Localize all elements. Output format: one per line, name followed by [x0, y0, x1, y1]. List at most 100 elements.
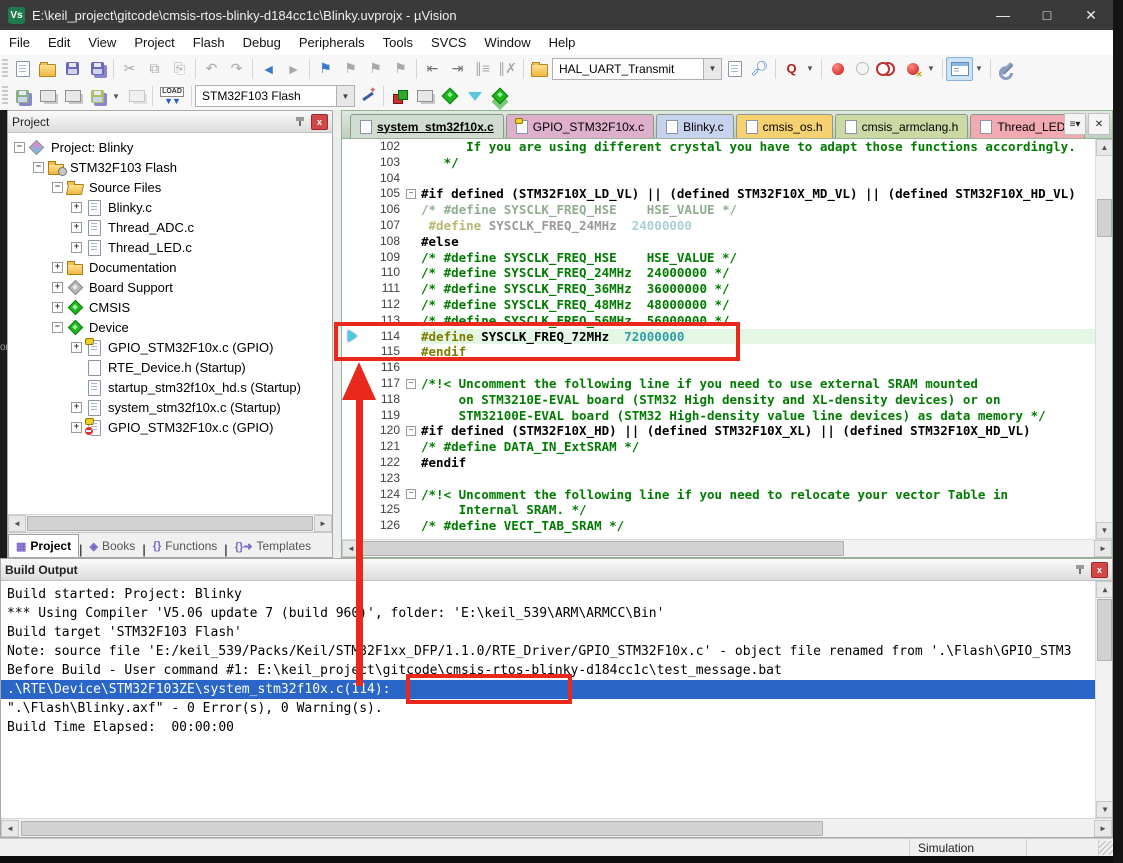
- breakpoint-dropdown[interactable]: ▼: [923, 58, 939, 80]
- project-hscrollbar[interactable]: ◄ ►: [8, 514, 332, 532]
- target-combo[interactable]: STM32F103 Flash: [195, 85, 337, 107]
- function-combo-dropdown[interactable]: ▼: [704, 58, 722, 80]
- rte-manage-button[interactable]: [437, 85, 462, 107]
- bookmark-next-button[interactable]: ⚑: [363, 58, 388, 80]
- batch-build-button[interactable]: [85, 85, 110, 107]
- indent-less-button[interactable]: ⇤: [420, 58, 445, 80]
- tree-item-thread-adc-c[interactable]: +Thread_ADC.c: [8, 217, 332, 237]
- manage-items-button[interactable]: [412, 85, 437, 107]
- build-vscroll-thumb[interactable]: [1097, 599, 1112, 661]
- menu-file[interactable]: File: [0, 30, 39, 55]
- pack-installer-button[interactable]: [487, 85, 512, 107]
- scroll-up-arrow[interactable]: ▲: [1096, 581, 1112, 598]
- tree-item-project-blinky[interactable]: −Project: Blinky: [8, 137, 332, 157]
- tab-list-button[interactable]: ≡▾: [1064, 113, 1086, 135]
- comment-selection-button[interactable]: ∥≡: [470, 58, 495, 80]
- stop-build-button[interactable]: [124, 85, 149, 107]
- editor-hscroll-thumb[interactable]: [362, 541, 844, 556]
- build-message-selected[interactable]: .\RTE\Device\STM32F103ZE\system_stm32f10…: [1, 680, 1112, 699]
- find-all-dropdown[interactable]: ▼: [802, 58, 818, 80]
- download-button[interactable]: LOAD ▼▼: [156, 85, 188, 107]
- build-message[interactable]: Note: source file 'E:/keil_539/Packs/Kei…: [1, 642, 1112, 661]
- tree-item-blinky-c[interactable]: +Blinky.c: [8, 197, 332, 217]
- select-packs-button[interactable]: [462, 85, 487, 107]
- paste-button[interactable]: ⎘: [167, 58, 192, 80]
- uncomment-selection-button[interactable]: ∥✗: [495, 58, 520, 80]
- navigate-back-button[interactable]: ◄: [256, 58, 281, 80]
- scroll-left-arrow[interactable]: ◄: [1, 820, 19, 837]
- menu-svcs[interactable]: SVCS: [422, 30, 475, 55]
- maximize-button[interactable]: □: [1025, 0, 1069, 30]
- target-combo-dropdown[interactable]: ▼: [337, 85, 355, 107]
- save-button[interactable]: [60, 58, 85, 80]
- scroll-right-arrow[interactable]: ►: [1094, 820, 1112, 837]
- resize-grip[interactable]: [1099, 841, 1113, 855]
- translate-button[interactable]: [10, 85, 35, 107]
- options-for-target-button[interactable]: [355, 85, 380, 107]
- scroll-left-arrow[interactable]: ◄: [342, 540, 360, 557]
- code-editor[interactable]: 102 If you are using different crystal y…: [342, 139, 1095, 539]
- file-extensions-button[interactable]: [387, 85, 412, 107]
- project-panel-close-icon[interactable]: x: [311, 114, 328, 130]
- build-message[interactable]: Build Time Elapsed: 00:00:00: [1, 718, 1112, 737]
- find-next-button[interactable]: [722, 58, 747, 80]
- menu-peripherals[interactable]: Peripherals: [290, 30, 374, 55]
- bookmark-clear-button[interactable]: ⚑: [388, 58, 413, 80]
- tree-expander[interactable]: +: [52, 282, 63, 293]
- find-in-files-button[interactable]: [527, 58, 552, 80]
- bookmark-prev-button[interactable]: ⚑: [338, 58, 363, 80]
- incremental-find-button[interactable]: 🔎︎: [747, 58, 772, 80]
- tree-expander[interactable]: +: [71, 402, 82, 413]
- tree-expander[interactable]: −: [52, 322, 63, 333]
- editor-hscrollbar[interactable]: ◄ ►: [342, 539, 1112, 557]
- panel-tab-project[interactable]: ▦Project: [8, 534, 79, 557]
- fold-marker-icon[interactable]: −: [406, 379, 416, 389]
- fold-marker-icon[interactable]: −: [406, 189, 416, 199]
- editor-vscrollbar[interactable]: ▲ ▼: [1095, 139, 1112, 539]
- build-hscrollbar[interactable]: ◄ ►: [1, 818, 1112, 837]
- scroll-down-arrow[interactable]: ▼: [1096, 522, 1112, 539]
- tree-expander[interactable]: −: [33, 162, 44, 173]
- pin-icon[interactable]: [293, 115, 307, 129]
- navigate-forward-button[interactable]: ►: [281, 58, 306, 80]
- tree-item-gpio-stm32f10x-c-gpio[interactable]: +GPIO_STM32F10x.c (GPIO): [8, 337, 332, 357]
- find-all-button[interactable]: Q: [779, 58, 804, 80]
- panel-tab-functions[interactable]: {}Functions: [146, 535, 225, 557]
- fold-marker-icon[interactable]: −: [406, 489, 416, 499]
- fold-marker-icon[interactable]: −: [406, 426, 416, 436]
- menu-edit[interactable]: Edit: [39, 30, 79, 55]
- indent-more-button[interactable]: ⇥: [445, 58, 470, 80]
- redo-button[interactable]: ↷: [224, 58, 249, 80]
- scroll-right-arrow[interactable]: ►: [314, 515, 332, 532]
- menu-window[interactable]: Window: [475, 30, 539, 55]
- tree-item-board-support[interactable]: +Board Support: [8, 277, 332, 297]
- panel-splitter[interactable]: [333, 110, 341, 558]
- tree-expander[interactable]: +: [52, 302, 63, 313]
- breakpoint-kill-all-button[interactable]: [900, 58, 925, 80]
- editor-tab-cmsis-armclang-h[interactable]: cmsis_armclang.h: [835, 114, 969, 138]
- editor-vscroll-thumb[interactable]: [1097, 199, 1112, 237]
- configure-button[interactable]: [994, 58, 1019, 80]
- save-all-button[interactable]: [85, 58, 110, 80]
- tree-item-system-stm32f10x-c-startup[interactable]: +system_stm32f10x.c (Startup): [8, 397, 332, 417]
- menu-flash[interactable]: Flash: [184, 30, 234, 55]
- build-button[interactable]: [35, 85, 60, 107]
- scroll-left-arrow[interactable]: ◄: [8, 515, 26, 532]
- tree-item-thread-led-c[interactable]: +Thread_LED.c: [8, 237, 332, 257]
- build-message[interactable]: Build started: Project: Blinky: [1, 585, 1112, 604]
- pin-icon[interactable]: [1073, 563, 1087, 577]
- menu-help[interactable]: Help: [540, 30, 585, 55]
- build-vscrollbar[interactable]: ▲ ▼: [1095, 581, 1112, 818]
- panel-tab-books[interactable]: ◈Books: [82, 535, 142, 557]
- bookmark-toggle-button[interactable]: ⚑: [313, 58, 338, 80]
- tree-expander[interactable]: +: [71, 222, 82, 233]
- tree-item-startup-stm32f10x-hd-s-startup[interactable]: startup_stm32f10x_hd.s (Startup): [8, 377, 332, 397]
- tree-expander[interactable]: −: [52, 182, 63, 193]
- scroll-down-arrow[interactable]: ▼: [1096, 801, 1112, 818]
- new-file-button[interactable]: [10, 58, 35, 80]
- minimize-button[interactable]: —: [981, 0, 1025, 30]
- tree-expander[interactable]: −: [14, 142, 25, 153]
- breakpoint-toggle-button[interactable]: [825, 58, 850, 80]
- editor-tab-cmsis-os-h[interactable]: cmsis_os.h: [736, 114, 833, 138]
- breakpoint-disable-all-button[interactable]: [875, 58, 900, 80]
